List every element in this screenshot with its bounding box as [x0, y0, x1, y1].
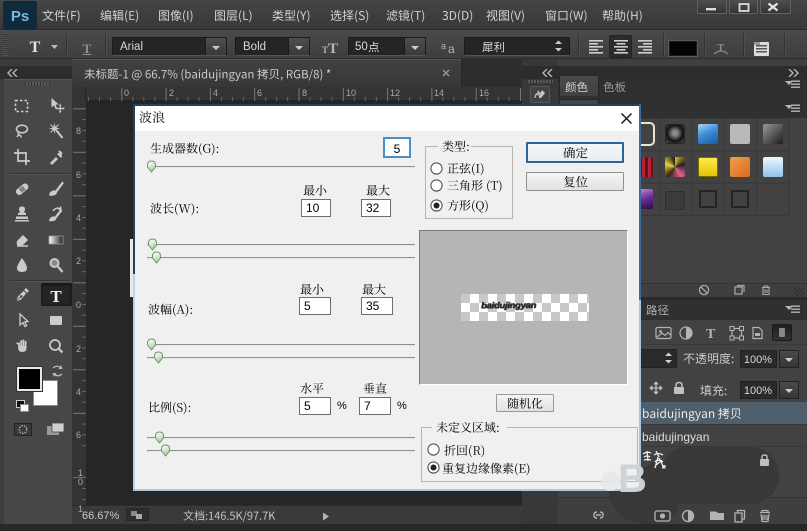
svg-text:2: 2: [76, 344, 81, 354]
svg-text:0: 0: [78, 477, 83, 487]
svg-text:4: 4: [76, 387, 81, 397]
svg-text:T: T: [706, 327, 716, 341]
svg-text:0: 0: [76, 300, 81, 310]
svg-text:6: 6: [76, 430, 81, 440]
